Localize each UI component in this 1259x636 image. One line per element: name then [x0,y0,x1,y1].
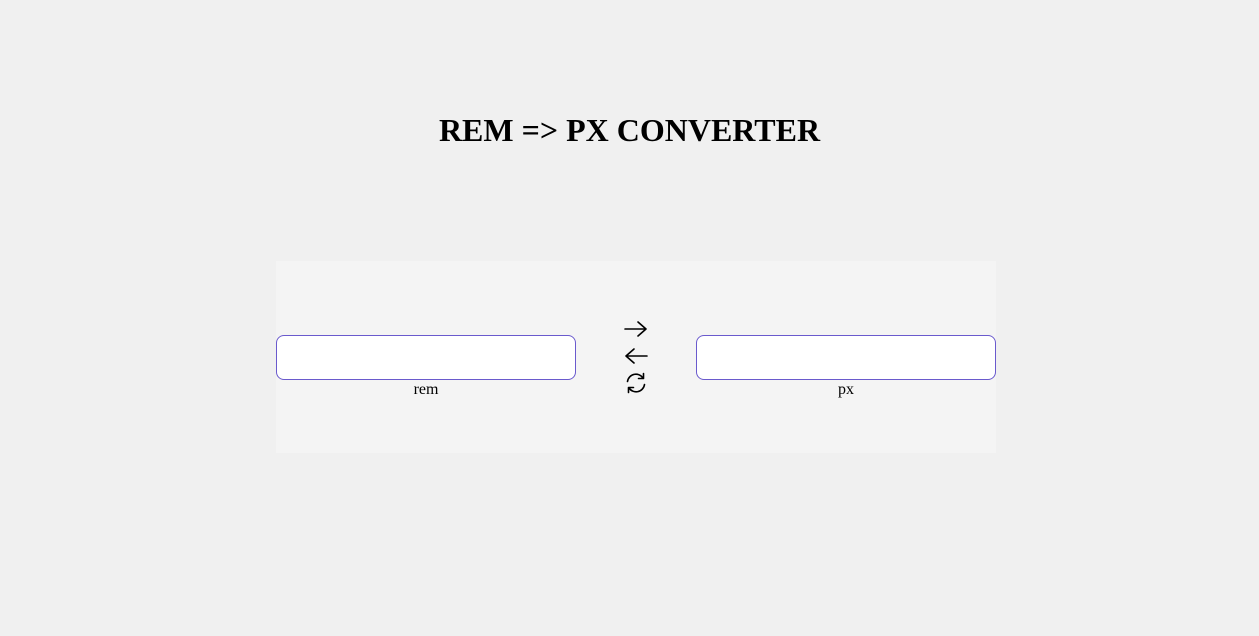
convert-rem-to-px-button[interactable] [622,317,650,341]
reset-button[interactable] [622,371,650,395]
rem-input[interactable] [276,335,576,380]
conversion-controls [622,317,650,398]
rem-unit-label: rem [413,381,439,398]
arrow-right-icon [624,321,647,337]
refresh-icon [626,372,646,394]
px-field: px [696,335,996,399]
convert-px-to-rem-button[interactable] [622,344,650,368]
arrow-left-icon [625,348,648,364]
px-input[interactable] [696,335,996,380]
px-unit-label: px [838,381,854,398]
page-title: REM => PX CONVERTER [438,112,821,148]
rem-field: rem [276,335,576,399]
converter-panel: rem px [276,261,996,453]
page: REM => PX CONVERTER rem px [0,0,1259,636]
